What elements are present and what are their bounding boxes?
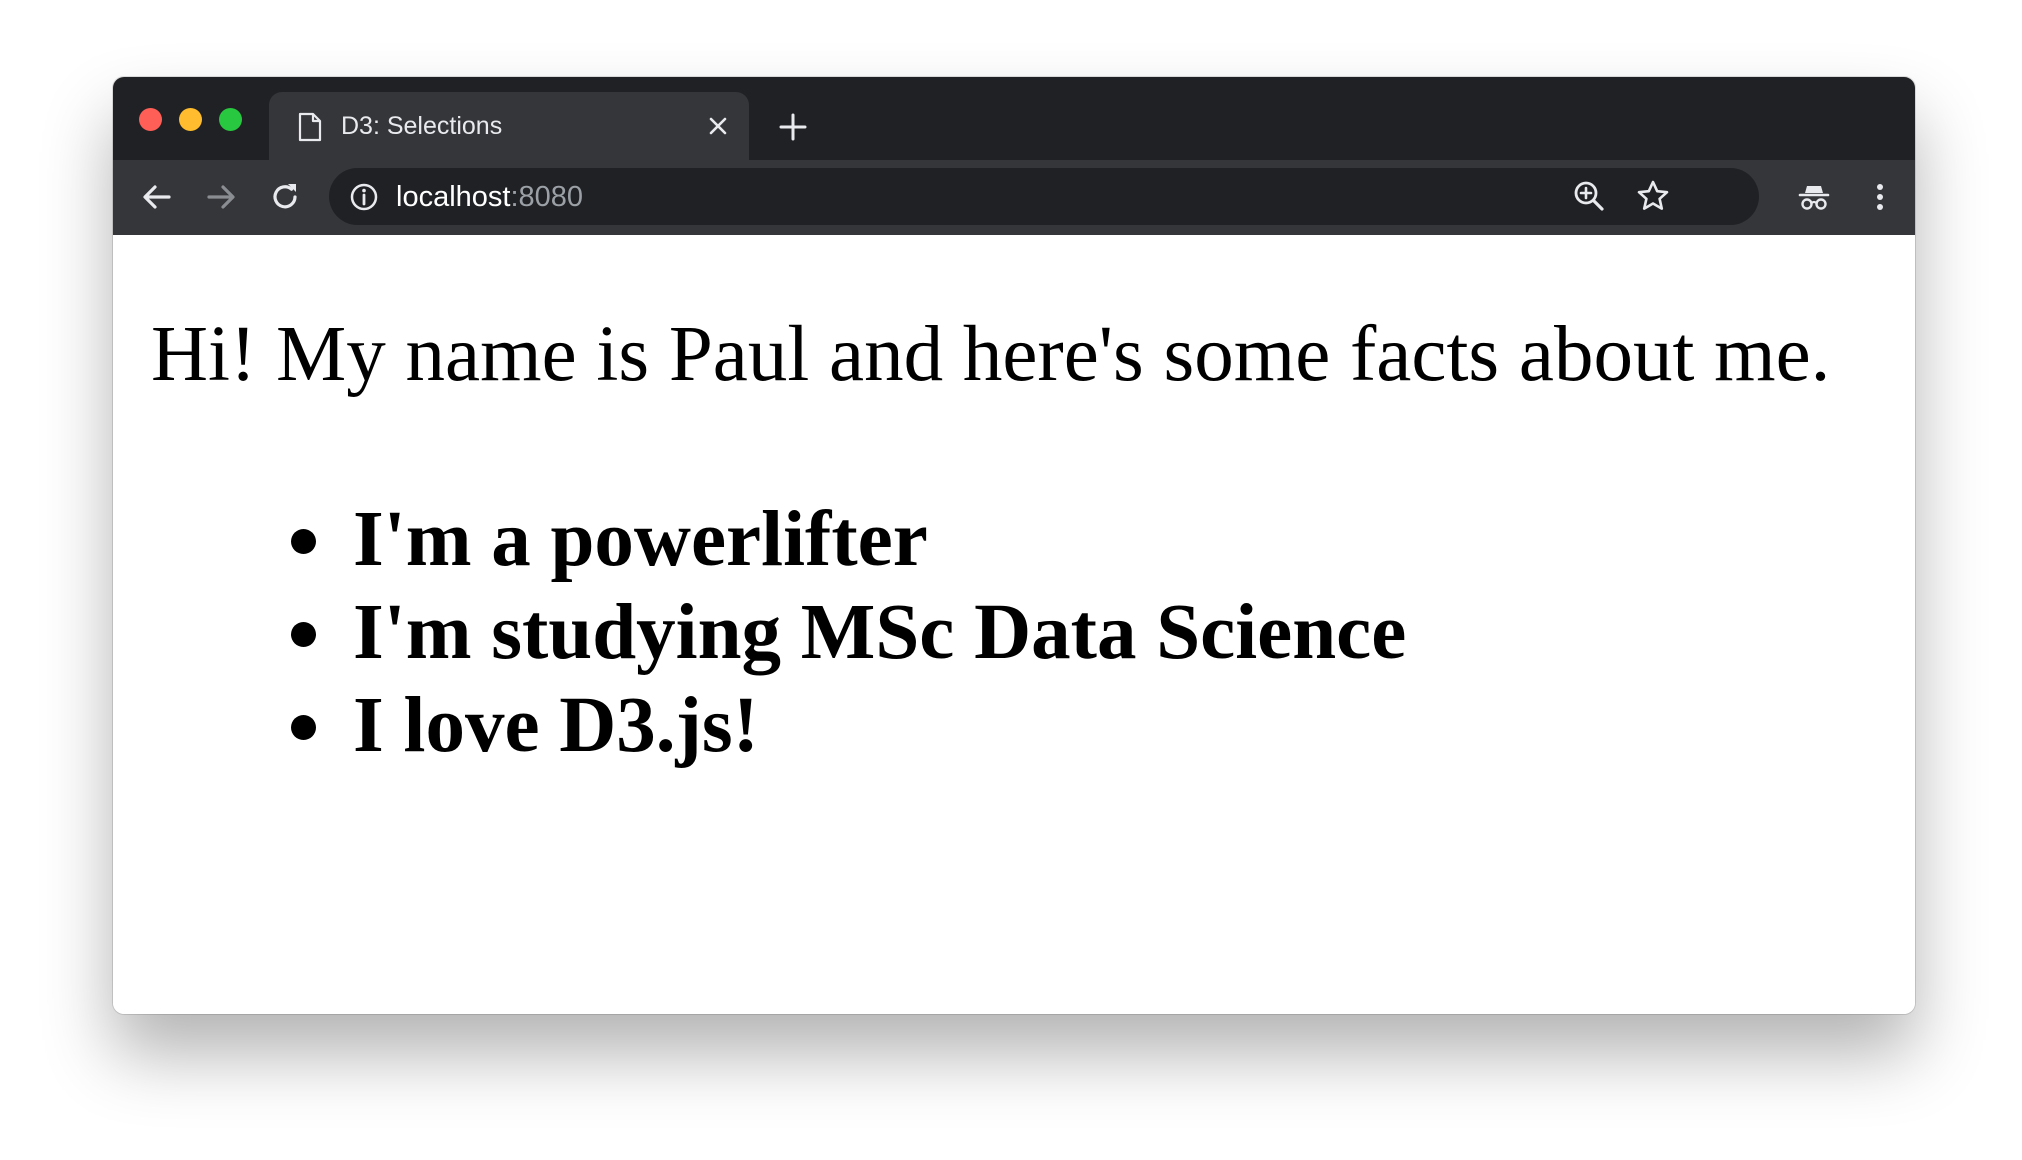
window-close-button[interactable] bbox=[139, 108, 162, 131]
address-bar[interactable]: localhost:8080 bbox=[329, 168, 1759, 225]
forward-arrow-icon[interactable] bbox=[204, 180, 238, 214]
reload-icon[interactable] bbox=[268, 180, 302, 214]
toolbar: localhost:8080 bbox=[113, 160, 1915, 235]
tab-d3-selections[interactable]: D3: Selections bbox=[269, 92, 749, 160]
tab-bar: D3: Selections bbox=[113, 77, 1915, 160]
url-text[interactable]: localhost:8080 bbox=[396, 180, 583, 214]
url-host: localhost bbox=[396, 181, 511, 213]
new-tab-icon[interactable] bbox=[778, 112, 808, 142]
url-port: :8080 bbox=[510, 181, 584, 213]
close-tab-icon[interactable] bbox=[706, 114, 730, 138]
browser-window: D3: Selections localhost:8080 Hi! My nam… bbox=[113, 77, 1915, 1014]
intro-text: Hi! My name is Paul and here's some fact… bbox=[151, 311, 1831, 398]
list-item: I love D3.js! bbox=[290, 679, 1406, 772]
zoom-icon[interactable] bbox=[1572, 179, 1606, 213]
info-icon[interactable] bbox=[349, 182, 379, 212]
menu-dots-icon[interactable] bbox=[1863, 180, 1897, 214]
list-item: I'm a powerlifter bbox=[290, 493, 1406, 586]
facts-list: I'm a powerlifter I'm studying MSc Data … bbox=[290, 493, 1406, 772]
incognito-icon[interactable] bbox=[1797, 180, 1831, 214]
page-content: Hi! My name is Paul and here's some fact… bbox=[113, 235, 1915, 1014]
window-zoom-button[interactable] bbox=[219, 108, 242, 131]
tab-title: D3: Selections bbox=[341, 112, 503, 140]
back-arrow-icon[interactable] bbox=[140, 180, 174, 214]
window-minimize-button[interactable] bbox=[179, 108, 202, 131]
document-icon bbox=[298, 112, 322, 142]
bookmark-star-icon[interactable] bbox=[1635, 178, 1671, 214]
list-item: I'm studying MSc Data Science bbox=[290, 586, 1406, 679]
